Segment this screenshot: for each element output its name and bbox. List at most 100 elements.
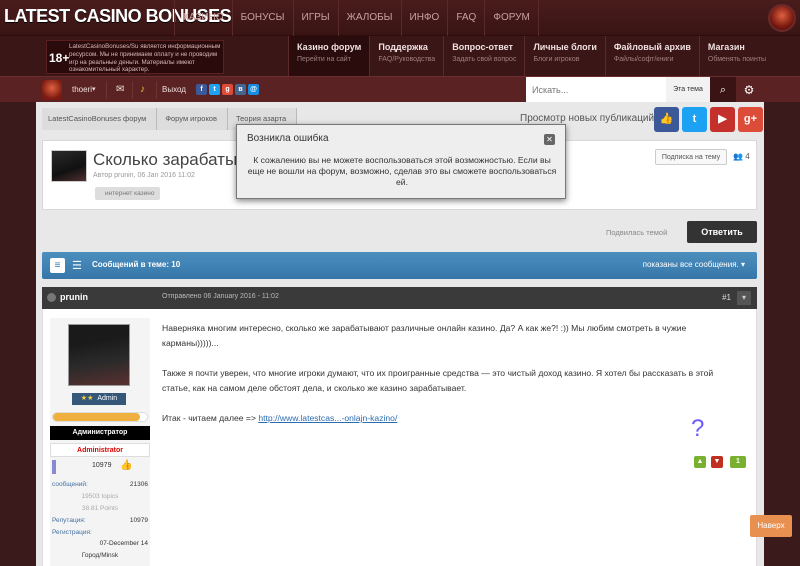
post-content: Наверняка многим интересно, сколько же з… (162, 321, 742, 442)
logout-link[interactable]: Выход (162, 77, 186, 103)
readmore-prefix: Итак - читаем далее => (162, 413, 259, 423)
twitter-share-icon[interactable]: t (682, 107, 707, 132)
reputation-fill (53, 413, 141, 421)
nav-casino[interactable]: КАЗИНО (174, 0, 232, 36)
thumbs-up-icon[interactable]: 👍 (120, 460, 132, 471)
nav-faq[interactable]: FAQ (447, 0, 484, 36)
follow-link[interactable]: Подвилась темой (606, 228, 667, 237)
subnav-files[interactable]: Файловый архив Файлы/софт/книги (604, 36, 699, 76)
subnav-title: Файловый архив (613, 42, 691, 52)
post-paragraph: Наверняка многим интересно, сколько же з… (162, 323, 687, 348)
divider (156, 81, 157, 99)
user-avatar[interactable] (768, 4, 796, 32)
stat-label: сообщений: (52, 481, 88, 488)
chevron-down-icon[interactable]: ▾ (92, 77, 96, 103)
subnav-blogs[interactable]: Личные блоги Блоги игроков (524, 36, 604, 76)
group-label: Администратор (50, 426, 150, 440)
group-label-secondary: Administrator (50, 443, 150, 457)
topic-author-avatar[interactable] (51, 150, 87, 182)
nav-info[interactable]: ИНФО (400, 0, 448, 36)
stat-registered: Регистрация: (52, 529, 148, 536)
mailru-icon[interactable]: @ (248, 84, 259, 95)
nav-games[interactable]: ИГРЫ (292, 0, 338, 36)
reputation-bar (52, 412, 148, 422)
nav-bonuses[interactable]: БОНУСЫ (231, 0, 293, 36)
post-number[interactable]: #1 (722, 293, 731, 302)
topic-meta: Автор prunin, 06 Jan 2016 11:02 (93, 172, 195, 179)
divider (132, 81, 133, 99)
subnav-subtitle: Задать свой вопрос (452, 56, 517, 63)
search-input[interactable] (526, 77, 666, 103)
search-box (526, 77, 666, 103)
stat-posts: сообщений: 21306 (52, 481, 148, 488)
promo-text: LatestCasinoBonuses/Su является информац… (69, 43, 221, 74)
post-date[interactable]: Отправлено 06 January 2016 - 11:02 (162, 293, 279, 300)
online-status-icon (47, 293, 56, 302)
facebook-icon[interactable]: f (196, 84, 207, 95)
star-icon: ★★ (80, 395, 94, 402)
stat-value: 10979 (129, 517, 148, 524)
subnav-support[interactable]: Поддержка FAQ/Руководства (369, 36, 443, 76)
bell-icon[interactable]: ♪ (140, 77, 145, 103)
chevron-down-icon[interactable]: ▾ (737, 291, 751, 305)
moderation-icon[interactable]: ≡ (50, 258, 65, 273)
subnav-title: Казино форум (297, 42, 362, 52)
question-mark-icon: ? (691, 415, 705, 442)
followers-value: 4 (745, 152, 750, 161)
breadcrumb-item[interactable]: Форум игроков (157, 108, 228, 130)
topic-controls-bar: ≡ ☰ Сообщений в теме: 10 показаны все со… (42, 252, 757, 279)
stat-points: 38.81 Points (81, 505, 119, 512)
search-scope[interactable]: Эта тема (666, 77, 710, 103)
gear-icon: ⚙ (743, 83, 755, 97)
user-bar: thoeri ▾ ✉ ♪ Выход f t g в @ Эта тема ⌕ … (0, 76, 800, 103)
search-icon: ⌕ (719, 84, 727, 96)
vote-count-icon[interactable]: 1 (730, 456, 746, 468)
subnav-shop[interactable]: Магазин Обменять поинты (698, 36, 774, 76)
posts-filter[interactable]: показаны все сообщения. ▾ (643, 260, 745, 269)
readmore-link[interactable]: http://www.latestcas...-onlajn-kazino/ (258, 413, 397, 423)
stat-city: Город/Minsk (81, 552, 119, 559)
reply-button[interactable]: Ответить (687, 221, 757, 243)
stat-value: 07-December 14 (99, 540, 148, 547)
subnav-subtitle: Файлы/софт/книги (613, 56, 674, 63)
post-paragraph: Также я почти уверен, что многие игроки … (162, 368, 714, 393)
subnav-subtitle: Блоги игроков (533, 56, 580, 63)
list-icon[interactable]: ☰ (72, 259, 82, 272)
username-link[interactable]: thoeri (72, 77, 92, 103)
settings-button[interactable]: ⚙ (736, 77, 762, 103)
stat-reputation: Репутация: 10979 (52, 517, 148, 524)
reputation-row: 10979 👍 (52, 460, 148, 474)
search-button[interactable]: ⌕ (710, 77, 736, 103)
vote-down-icon[interactable]: ▼ (711, 456, 723, 468)
subnav-title: Магазин (707, 42, 745, 52)
breadcrumb-item[interactable]: LatestCasinoBonuses форум (42, 108, 158, 130)
facebook-share-icon[interactable]: 👍 (654, 107, 679, 132)
youtube-share-icon[interactable]: ▶ (710, 107, 735, 132)
topic-tag[interactable]: интернет казино (95, 187, 161, 200)
twitter-icon[interactable]: t (209, 84, 220, 95)
subnav-qa[interactable]: Вопрос-ответ Задать свой вопрос (443, 36, 524, 76)
close-icon[interactable]: ✕ (544, 134, 555, 145)
post-author-name[interactable]: prunin (60, 292, 88, 302)
subnav-subtitle: Обменять поинты (707, 56, 767, 63)
vk-icon[interactable]: в (235, 84, 246, 95)
subnav-casino-forum[interactable]: Казино форум Перейти на сайт (288, 36, 370, 76)
post-paragraph: Итак - читаем далее => http://www.latest… (162, 411, 742, 426)
userbar-avatar[interactable] (42, 80, 62, 100)
nav-complaints[interactable]: ЖАЛОБЫ (337, 0, 401, 36)
rep-indicator (52, 460, 56, 474)
author-avatar[interactable] (68, 324, 130, 386)
gplus-share-icon[interactable]: g+ (738, 107, 763, 132)
promo-banner[interactable]: 18+ LatestCasinoBonuses/Su является инфо… (46, 40, 224, 74)
mail-icon[interactable]: ✉ (116, 77, 124, 103)
gplus-icon[interactable]: g (222, 84, 233, 95)
sub-nav: Казино форум Перейти на сайт Поддержка F… (288, 36, 774, 76)
subnav-title: Личные блоги (533, 42, 597, 52)
follow-topic-button[interactable]: Подписка на тему (655, 149, 727, 165)
vote-up-icon[interactable]: ▲ (694, 456, 706, 468)
stat-value: 21306 (129, 481, 148, 488)
scroll-top-button[interactable]: Наверх (750, 515, 792, 537)
stat-label: Регистрация: (52, 529, 92, 536)
nav-forum[interactable]: ФОРУМ (484, 0, 539, 36)
followers-count[interactable]: 👥 4 (733, 152, 750, 161)
